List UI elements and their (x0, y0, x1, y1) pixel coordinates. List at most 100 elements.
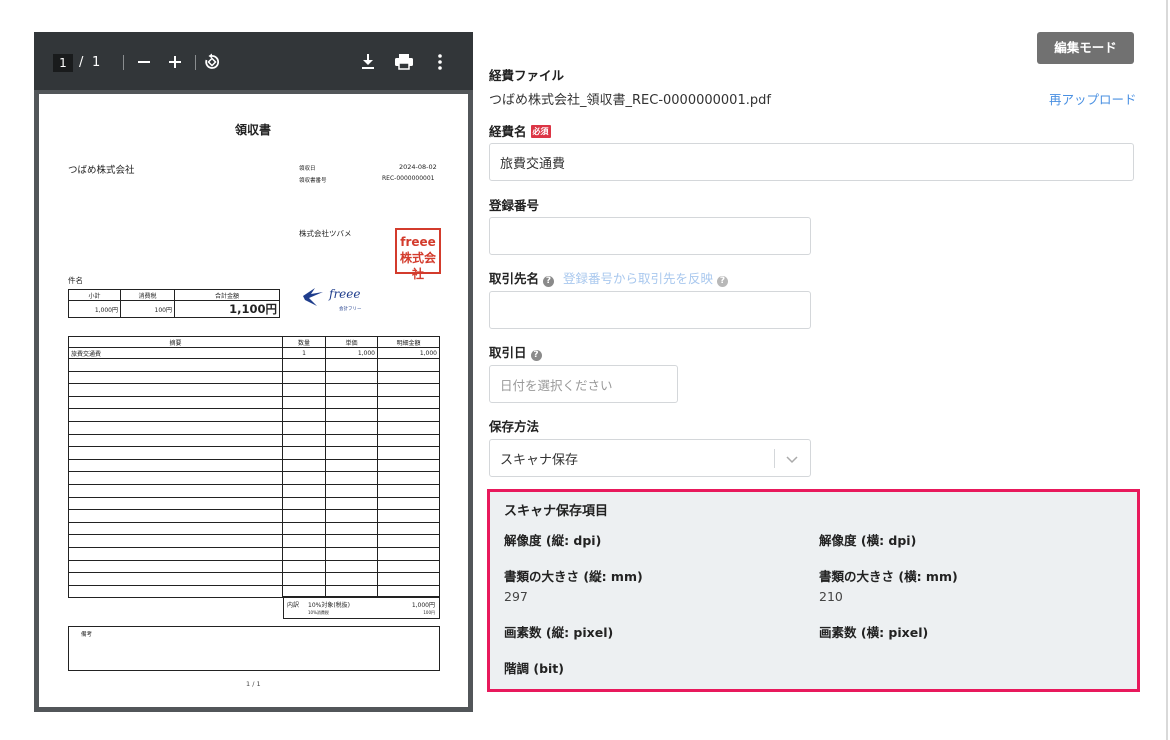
items-empty-row (68, 395, 440, 410)
items-empty-cell (377, 358, 440, 372)
items-empty-cell (377, 446, 440, 460)
items-empty-cell (68, 521, 283, 536)
items-empty-cell (282, 572, 326, 586)
items-empty-cell (325, 483, 378, 498)
items-empty-cell (68, 358, 283, 372)
help-icon[interactable]: ? (543, 276, 555, 287)
receipt-date-value: 2024-08-02 (399, 163, 437, 171)
right-edge-divider (1166, 0, 1168, 740)
items-empty-cell (282, 471, 326, 485)
reupload-link[interactable]: 再アップロード (1049, 89, 1137, 108)
registration-input[interactable] (489, 217, 811, 255)
items-header: 摘要 (68, 336, 283, 348)
items-empty-cell (282, 559, 326, 574)
partner-from-registration-link[interactable]: 登録番号から取引先を反映? (563, 268, 729, 287)
items-empty-row (68, 471, 440, 485)
items-empty-row (68, 408, 440, 422)
items-empty-cell (325, 509, 378, 523)
receipt-title: 領収書 (235, 123, 272, 137)
items-empty-cell (68, 584, 283, 599)
items-empty-row (68, 559, 440, 574)
items-empty-cell (377, 370, 440, 385)
items-header: 単価 (325, 336, 378, 348)
registration-label: 登録番号 (489, 198, 540, 213)
items-empty-cell (325, 408, 378, 422)
items-header: 数量 (282, 336, 326, 348)
chevron-down-icon[interactable] (786, 453, 798, 468)
items-empty-cell (325, 572, 378, 586)
date-picker-input[interactable]: 日付を選択ください (489, 365, 678, 403)
logo-subtext: 会計フリー (339, 305, 362, 312)
items-empty-cell (68, 509, 283, 523)
partner-input[interactable] (489, 291, 811, 329)
size-horizontal-value: 210 (819, 589, 843, 604)
items-empty-cell (325, 370, 378, 385)
items-empty-cell (282, 496, 326, 511)
file-label: 経費ファイル (489, 68, 565, 83)
logo-text: freee (328, 287, 360, 301)
toolbar-divider (195, 55, 196, 70)
color-depth-label: 階調 (bit) (504, 661, 564, 676)
page-number-input[interactable]: 1 (53, 54, 73, 72)
items-empty-cell (325, 446, 378, 460)
items-empty-cell (282, 446, 326, 460)
summary-header: 合計金額 (174, 289, 280, 301)
items-empty-cell (377, 383, 440, 397)
items-empty-cell (325, 546, 378, 561)
rotate-icon[interactable] (201, 51, 223, 73)
items-empty-cell (282, 509, 326, 523)
remarks-box: 備考 (68, 626, 440, 671)
items-empty-cell (68, 458, 283, 473)
items-empty-cell (377, 496, 440, 511)
items-empty-cell (68, 395, 283, 410)
minus-icon[interactable] (133, 51, 155, 73)
storage-select[interactable]: スキャナ保存 (489, 439, 811, 477)
items-empty-cell (325, 496, 378, 511)
breakdown-value: 1,000円 (411, 602, 435, 609)
help-icon[interactable]: ? (530, 350, 542, 361)
items-empty-row (68, 433, 440, 448)
plus-icon[interactable] (164, 51, 186, 73)
expense-name-input[interactable]: 旅費交通費 (489, 143, 1134, 181)
company-stamp: freee 株式会社 (395, 228, 441, 281)
remarks-label: 備考 (81, 632, 93, 638)
edit-mode-button[interactable]: 編集モード (1037, 32, 1134, 64)
items-empty-cell (377, 483, 440, 498)
items-empty-cell (68, 370, 283, 385)
items-empty-cell (377, 458, 440, 473)
items-empty-row (68, 358, 440, 372)
items-empty-cell (377, 395, 440, 410)
items-empty-cell (377, 433, 440, 448)
receipt-recipient: つばめ株式会社 (68, 165, 135, 176)
summary-total: 1,100円 (174, 300, 280, 318)
expense-name-label: 経費名 必須 (489, 121, 551, 140)
items-empty-cell (282, 546, 326, 561)
storage-label: 保存方法 (489, 419, 540, 434)
receipt-subject-label: 件名 (68, 276, 83, 285)
breakdown-label: 内訳 (287, 602, 300, 609)
items-empty-cell (377, 521, 440, 536)
items-empty-cell (68, 546, 283, 561)
resolution-horizontal-label: 解像度 (横: dpi) (819, 533, 917, 548)
items-cell: 1,000 (325, 347, 378, 359)
items-empty-cell (68, 408, 283, 422)
items-empty-row (68, 483, 440, 498)
items-empty-cell (68, 433, 283, 448)
items-empty-cell (325, 420, 378, 435)
download-icon[interactable] (357, 51, 379, 73)
partner-link-text[interactable]: 登録番号から取引先を反映 (563, 271, 713, 286)
items-header: 明細金額 (377, 336, 440, 348)
more-vert-icon[interactable] (429, 51, 451, 73)
page-total: 1 (92, 55, 101, 70)
pixels-vertical-label: 画素数 (縦: pixel) (504, 625, 614, 640)
print-icon[interactable] (393, 51, 415, 73)
items-empty-row (68, 521, 440, 536)
help-icon[interactable]: ? (717, 276, 729, 287)
items-empty-cell (377, 572, 440, 586)
items-empty-cell (325, 433, 378, 448)
page-footer: 1 / 1 (246, 680, 261, 688)
items-empty-cell (325, 471, 378, 485)
items-empty-row (68, 496, 440, 511)
size-vertical-label: 書類の大きさ (縦: mm) (504, 569, 643, 584)
scanner-title: スキャナ保存項目 (504, 504, 609, 519)
